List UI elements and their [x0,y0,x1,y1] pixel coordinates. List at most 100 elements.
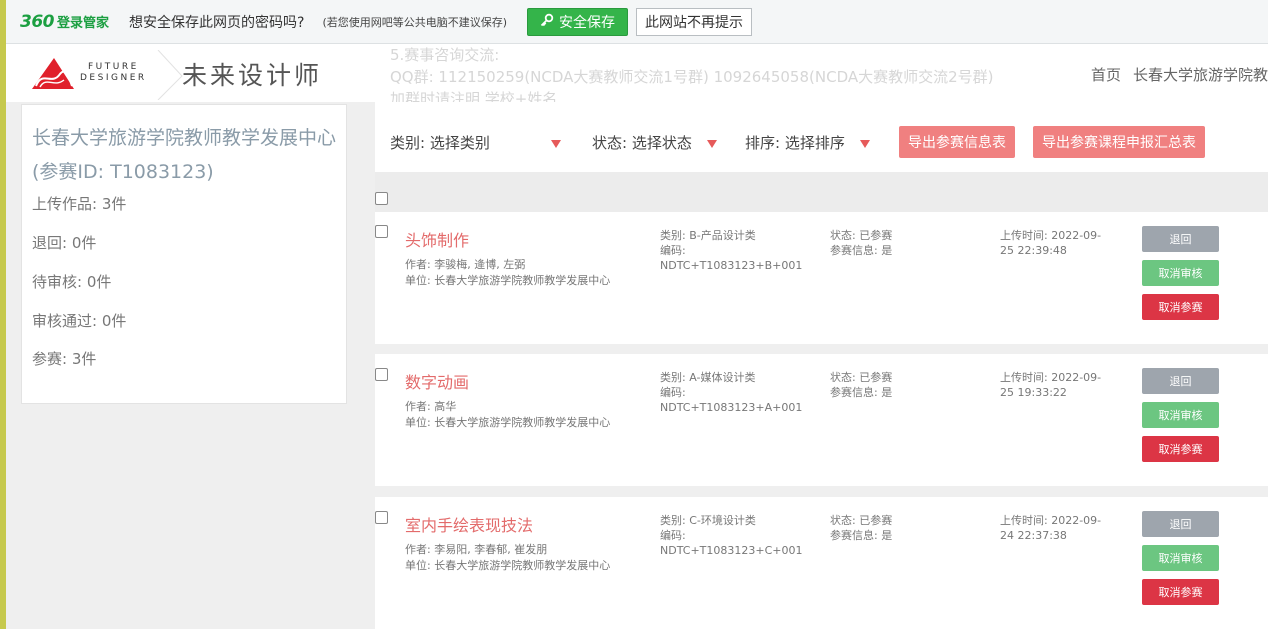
cancel-review-button[interactable]: 取消审核 [1142,545,1219,571]
never-prompt-button[interactable]: 此网站不再提示 [636,7,753,36]
work-title[interactable]: 室内手绘表现技法 [405,512,533,536]
status-filter[interactable]: 状态: 选择状态 [592,132,717,153]
nav-home-link[interactable]: 首页 [1091,64,1121,85]
work-upload-col: 上传时间: 2022-09- 25 19:33:22 [1000,370,1101,400]
work-category-col: 类别: C-环境设计类 编码: NDTC+T1083123+C+001 [660,513,803,558]
work-upload-col: 上传时间: 2022-09- 25 22:39:48 [1000,228,1101,258]
work-checkbox[interactable] [375,511,388,524]
chevron-down-icon [550,139,561,148]
nav-unit-link[interactable]: 长春大学旅游学院教 [1133,64,1268,85]
category-label: 类别: [390,134,426,152]
work-category: 类别: A-媒体设计类 [660,371,756,384]
brand-number: 360 [20,11,55,32]
status-value: 选择状态 [631,134,692,152]
sort-label: 排序: [745,134,781,152]
work-checkbox[interactable] [375,368,388,381]
work-code: NDTC+T1083123+A+001 [660,401,803,414]
chevron-down-icon [706,139,717,148]
work-info: 参赛信息: 是 [830,244,893,257]
filter-bar: 类别: 选择类别 状态: 选择状态 排序: 选择排序 导出参赛信息表 导出参赛课… [375,102,1268,172]
unit-info-card: 长春大学旅游学院教师教学发展中心 (参赛ID: T1083123) 上传作品: … [21,104,347,404]
work-category: 类别: B-产品设计类 [660,229,756,242]
site-header: FUTURE DESIGNER 未来设计师 5.赛事咨询交流: QQ群: 112… [6,44,1268,108]
work-upload-time-cont: 25 22:39:48 [1000,244,1067,257]
export-summary-button[interactable]: 导出参赛课程申报汇总表 [1033,126,1205,158]
chevron-down-icon [859,139,870,148]
export-info-button[interactable]: 导出参赛信息表 [899,126,1015,158]
work-upload-time: 上传时间: 2022-09- [1000,514,1102,527]
work-category-col: 类别: B-产品设计类 编码: NDTC+T1083123+B+001 [660,228,802,273]
unit-name: 长春大学旅游学院教师教学发展中心 [32,127,337,149]
work-info: 参赛信息: 是 [830,529,893,542]
status-label: 状态: [592,134,628,152]
work-code: NDTC+T1083123+B+001 [660,259,803,272]
return-button[interactable]: 退回 [1142,511,1219,537]
work-upload-time: 上传时间: 2022-09- [1000,371,1102,384]
work-upload-time: 上传时间: 2022-09- [1000,229,1102,242]
work-upload-col: 上传时间: 2022-09- 24 22:37:38 [1000,513,1101,543]
cancel-review-button[interactable]: 取消审核 [1142,402,1219,428]
sort-value: 选择排序 [784,134,845,152]
logo-wordmark: FUTURE DESIGNER [80,62,147,84]
work-status-col: 状态: 已参赛 参赛信息: 是 [830,228,892,258]
safe-save-button[interactable]: 安全保存 [527,7,629,36]
participant-id: (参赛ID: T1083123) [32,161,214,183]
cancel-entry-button[interactable]: 取消参赛 [1142,294,1219,320]
work-author: 作者: 李易阳, 李春郁, 崔发朋 [405,543,548,556]
work-code-label: 编码: [660,386,686,399]
public-computer-note: (若您使用网吧等公共电脑不建议保存) [322,15,508,29]
stat-approved: 审核通过: 0件 [32,312,127,330]
return-button[interactable]: 退回 [1142,368,1219,394]
save-password-question: 想安全保存此网页的密码吗? [129,14,305,31]
unit-info: 长春大学旅游学院教师教学发展中心 (参赛ID: T1083123) [32,121,336,189]
work-upload-time-cont: 25 19:33:22 [1000,386,1067,399]
safe-save-label: 安全保存 [559,14,616,31]
select-all-checkbox[interactable] [375,192,388,205]
work-card: 头饰制作 作者: 李骏梅, 逄博, 左弼 单位: 长春大学旅游学院教师教学发展中… [375,212,1268,344]
work-unit: 单位: 长春大学旅游学院教师教学发展中心 [405,274,611,287]
category-filter[interactable]: 类别: 选择类别 [390,132,561,153]
top-nav: 首页 长春大学旅游学院教 [1079,64,1268,85]
work-code: NDTC+T1083123+C+001 [660,544,803,557]
notice-line: QQ群: 112150259(NCDA大赛教师交流1号群) 1092645058… [390,68,994,86]
logo-line1: FUTURE [88,62,139,72]
work-status: 状态: 已参赛 [830,514,893,527]
work-status-col: 状态: 已参赛 参赛信息: 是 [830,370,892,400]
logo-line2: DESIGNER [80,73,147,83]
sort-filter[interactable]: 排序: 选择排序 [745,132,870,153]
work-code-label: 编码: [660,244,686,257]
work-author: 作者: 高华 [405,400,457,413]
return-button[interactable]: 退回 [1142,226,1219,252]
work-title[interactable]: 数字动画 [405,369,469,393]
work-category: 类别: C-环境设计类 [660,514,756,527]
stat-entered: 参赛: 3件 [32,350,97,368]
work-category-col: 类别: A-媒体设计类 编码: NDTC+T1083123+A+001 [660,370,802,415]
category-value: 选择类别 [429,134,490,152]
work-status: 状态: 已参赛 [830,229,893,242]
key-icon [540,13,554,31]
future-designer-logo[interactable]: FUTURE DESIGNER [30,56,147,90]
notice-line: 5.赛事咨询交流: [390,46,500,64]
work-card: 数字动画 作者: 高华 单位: 长春大学旅游学院教师教学发展中心 类别: A-媒… [375,354,1268,486]
work-status: 状态: 已参赛 [830,371,893,384]
stat-pending: 待审核: 0件 [32,273,112,291]
password-manager-bar: 360 登录管家 想安全保存此网页的密码吗? (若您使用网吧等公共电脑不建议保存… [6,0,1268,44]
cancel-entry-button[interactable]: 取消参赛 [1142,436,1219,462]
brand-360-logo: 360 登录管家 [20,12,109,32]
work-upload-time-cont: 24 22:37:38 [1000,529,1067,542]
contact-notice: 5.赛事咨询交流: QQ群: 112150259(NCDA大赛教师交流1号群) … [390,44,994,110]
work-checkbox[interactable] [375,225,388,238]
work-card: 室内手绘表现技法 作者: 李易阳, 李春郁, 崔发朋 单位: 长春大学旅游学院教… [375,497,1268,629]
work-title[interactable]: 头饰制作 [405,227,469,251]
select-all-row [375,172,1268,212]
work-author: 作者: 李骏梅, 逄博, 左弼 [405,258,526,271]
logo-mark-icon [30,56,76,90]
cancel-entry-button[interactable]: 取消参赛 [1142,579,1219,605]
site-title: 未来设计师 [182,61,323,90]
work-status-col: 状态: 已参赛 参赛信息: 是 [830,513,892,543]
work-code-label: 编码: [660,529,686,542]
cancel-review-button[interactable]: 取消审核 [1142,260,1219,286]
work-info: 参赛信息: 是 [830,386,893,399]
brand-text: 登录管家 [57,16,110,31]
work-unit: 单位: 长春大学旅游学院教师教学发展中心 [405,559,611,572]
